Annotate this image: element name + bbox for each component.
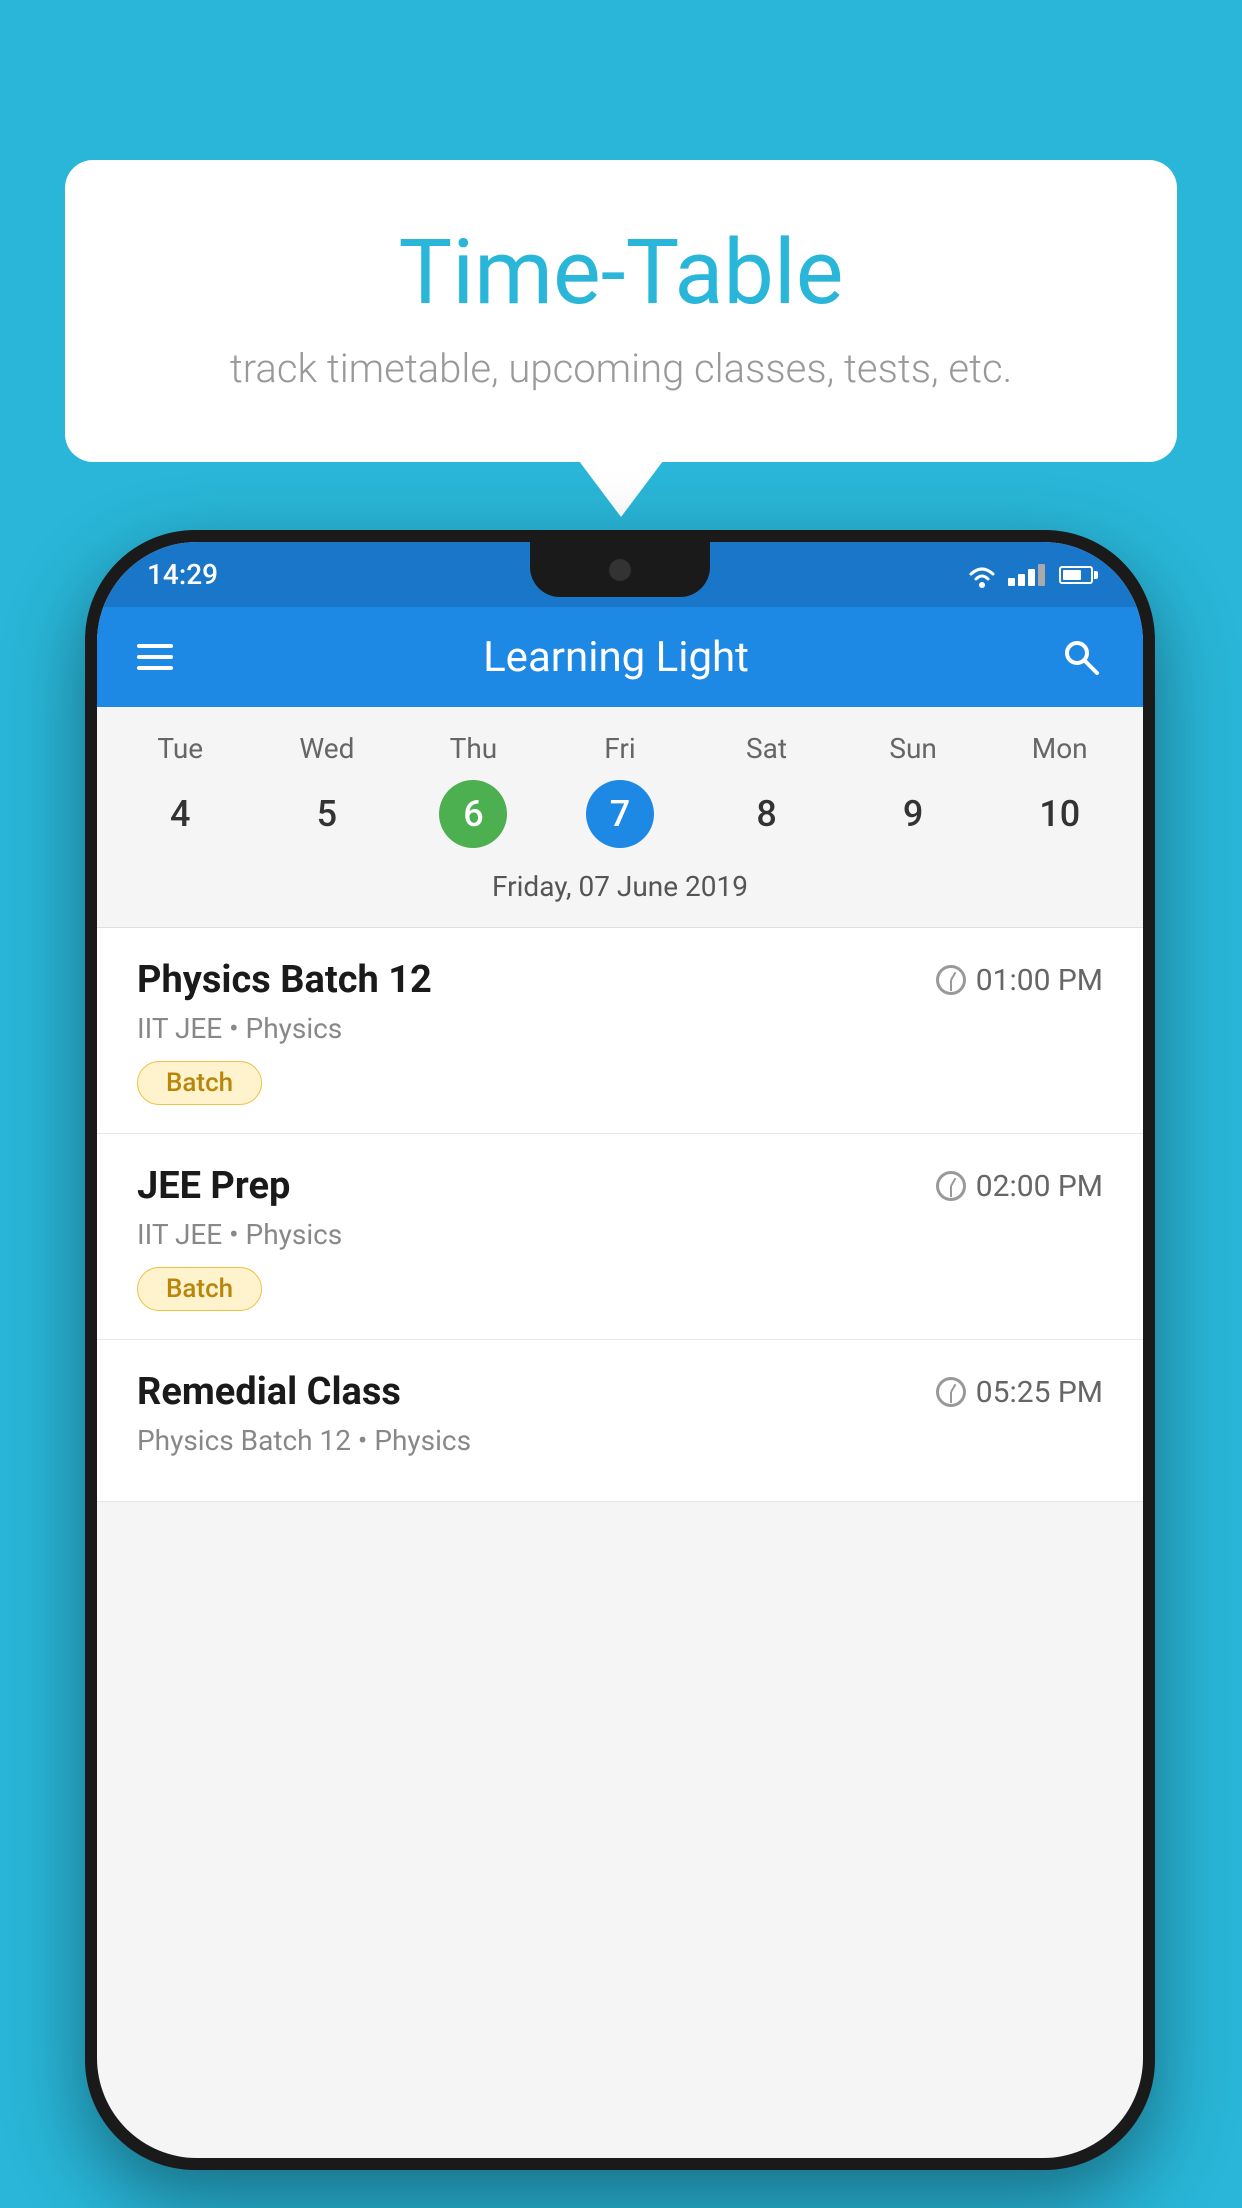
clock-icon-1: [936, 965, 966, 995]
day-label-4: Sat: [693, 727, 840, 770]
batch-badge-2: Batch: [137, 1267, 262, 1311]
schedule-item-1[interactable]: Physics Batch 12 01:00 PM IIT JEE • Phys…: [97, 928, 1143, 1134]
schedule-item-2[interactable]: JEE Prep 02:00 PM IIT JEE • Physics Batc…: [97, 1134, 1143, 1340]
schedule-item-3[interactable]: Remedial Class 05:25 PM Physics Batch 12…: [97, 1340, 1143, 1502]
bubble-title: Time-Table: [145, 220, 1097, 325]
schedule-time-1: 01:00 PM: [936, 963, 1103, 998]
calendar-strip: Tue Wed Thu Fri Sat Sun Mon 4 5 6 7 8: [97, 707, 1143, 928]
day-9[interactable]: 9: [840, 780, 987, 848]
day-labels: Tue Wed Thu Fri Sat Sun Mon: [107, 727, 1133, 770]
phone-mockup: 14:29: [85, 530, 1155, 2170]
day-label-0: Tue: [107, 727, 254, 770]
day-label-2: Thu: [400, 727, 547, 770]
day-10[interactable]: 10: [986, 780, 1133, 848]
day-4[interactable]: 4: [107, 780, 254, 848]
status-icons: [966, 562, 1093, 588]
phone-screen: 14:29: [97, 542, 1143, 2158]
info-bubble: Time-Table track timetable, upcoming cla…: [65, 160, 1177, 462]
batch-badge-1: Batch: [137, 1061, 262, 1105]
day-8[interactable]: 8: [693, 780, 840, 848]
phone-notch: [530, 542, 710, 597]
day-5[interactable]: 5: [254, 780, 401, 848]
schedule-meta-2: IIT JEE • Physics: [137, 1218, 1103, 1251]
schedule-title-1: Physics Batch 12: [137, 958, 432, 1002]
schedule-time-2: 02:00 PM: [936, 1169, 1103, 1204]
selected-date-label: Friday, 07 June 2019: [107, 862, 1133, 917]
day-label-6: Mon: [986, 727, 1133, 770]
schedule-meta-3: Physics Batch 12 • Physics: [137, 1424, 1103, 1457]
clock-icon-3: [936, 1377, 966, 1407]
day-label-5: Sun: [840, 727, 987, 770]
day-label-1: Wed: [254, 727, 401, 770]
hamburger-menu-button[interactable]: [137, 644, 173, 670]
schedule-title-3: Remedial Class: [137, 1370, 401, 1414]
day-label-3: Fri: [547, 727, 694, 770]
signal-icon: [1008, 564, 1045, 586]
wifi-icon: [966, 562, 998, 588]
app-bar: Learning Light: [97, 607, 1143, 707]
clock-icon-2: [936, 1171, 966, 1201]
day-numbers: 4 5 6 7 8 9 10: [107, 780, 1133, 848]
schedule-list: Physics Batch 12 01:00 PM IIT JEE • Phys…: [97, 928, 1143, 1502]
camera: [609, 559, 631, 581]
status-time: 14:29: [147, 558, 218, 591]
schedule-meta-1: IIT JEE • Physics: [137, 1012, 1103, 1045]
day-7-selected[interactable]: 7: [586, 780, 654, 848]
search-button[interactable]: [1059, 635, 1103, 679]
day-6-today[interactable]: 6: [439, 780, 507, 848]
battery-icon: [1059, 566, 1093, 584]
schedule-title-2: JEE Prep: [137, 1164, 290, 1208]
app-title: Learning Light: [203, 633, 1029, 682]
bubble-subtitle: track timetable, upcoming classes, tests…: [145, 345, 1097, 392]
schedule-time-3: 05:25 PM: [936, 1375, 1103, 1410]
